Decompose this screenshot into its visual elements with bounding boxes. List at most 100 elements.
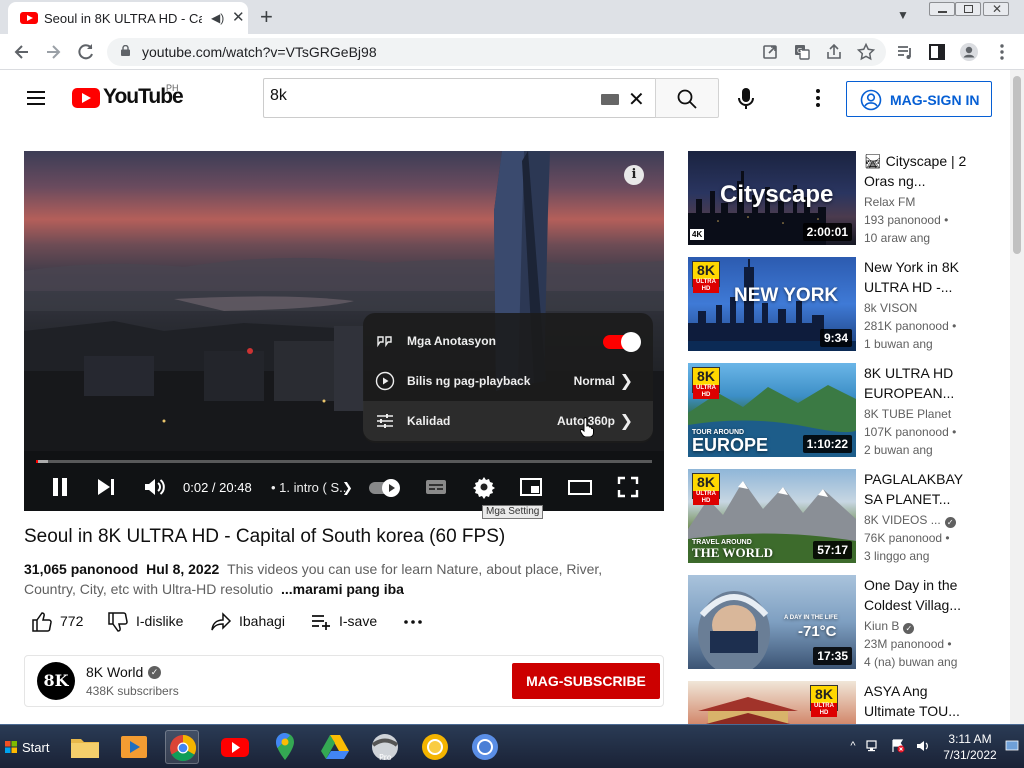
file-explorer-icon[interactable] xyxy=(68,730,102,764)
playback-speed-row[interactable]: Bilis ng pag-playback Normal ❯ xyxy=(363,361,653,401)
annotations-row[interactable]: Mga Anotasyon xyxy=(363,321,653,361)
show-desktop-icon[interactable] xyxy=(1005,739,1019,753)
profile-avatar-icon[interactable] xyxy=(959,42,979,62)
related-video-item[interactable]: Cityscape 4K 2:00:01 🛤 Cityscape | 2 Ora… xyxy=(688,151,1008,247)
related-title[interactable]: 8K ULTRA HD EUROPEAN... xyxy=(864,363,976,403)
more-actions-button[interactable] xyxy=(402,611,424,633)
fullscreen-icon[interactable] xyxy=(616,475,640,499)
media-player-icon[interactable] xyxy=(117,730,151,764)
show-more-link[interactable]: ...marami pang iba xyxy=(281,581,404,597)
youtube-logo-icon[interactable] xyxy=(72,88,100,108)
chrome-icon[interactable] xyxy=(165,730,199,764)
channel-name[interactable]: 8K World xyxy=(86,664,143,680)
url-text: youtube.com/watch?v=VTsGRGeBj98 xyxy=(142,44,377,60)
volume-tray-icon[interactable] xyxy=(916,739,930,753)
system-clock[interactable]: 3:11 AM 7/31/2022 xyxy=(941,731,999,763)
close-window-button[interactable]: ✕ xyxy=(983,2,1009,16)
action-center-flag-icon[interactable] xyxy=(891,739,905,753)
related-video-item[interactable]: 8K ULTRA HD NEW YORK 9:34 New York in 8K … xyxy=(688,257,1008,353)
autoplay-toggle[interactable] xyxy=(369,479,400,497)
chrome-canary-icon[interactable] xyxy=(418,730,452,764)
sign-in-button[interactable]: MAG-SIGN IN xyxy=(846,81,992,117)
save-button[interactable]: I-save xyxy=(310,611,384,633)
chapter-title[interactable]: • 1. intro ( S... xyxy=(271,480,350,495)
share-button[interactable]: Ibahagi xyxy=(210,611,296,633)
related-title[interactable]: ASYA Ang Ultimate TOU... xyxy=(864,681,976,721)
related-title[interactable]: One Day in the Coldest Villag... xyxy=(864,575,976,615)
restore-window-button[interactable] xyxy=(955,2,981,16)
channel-avatar[interactable]: 8K xyxy=(37,662,75,700)
subtitles-icon[interactable] xyxy=(424,475,448,499)
pro-app-icon[interactable]: Pro xyxy=(368,730,402,764)
browser-menu-icon[interactable] xyxy=(992,42,1012,62)
related-thumbnail[interactable]: 8K ULTRA HD NEW YORK 9:34 xyxy=(688,257,856,351)
media-control-icon[interactable] xyxy=(895,42,915,62)
miniplayer-icon[interactable] xyxy=(519,475,543,499)
related-video-item[interactable]: 8K ULTRA HD TOUR AROUND EUROPE 1:10:22 8K… xyxy=(688,363,1008,459)
related-title[interactable]: PAGLALAKBAY SA PLANET... xyxy=(864,469,976,509)
forward-arrow-icon[interactable] xyxy=(43,42,63,62)
related-channel[interactable]: Relax FM xyxy=(864,195,915,209)
related-channel[interactable]: 8K TUBE Planet xyxy=(864,407,951,421)
translate-icon[interactable]: G xyxy=(792,42,812,62)
progress-bar[interactable] xyxy=(36,460,652,463)
like-button[interactable]: 772 xyxy=(31,611,93,633)
google-drive-icon[interactable] xyxy=(318,730,352,764)
search-box[interactable]: ✕ xyxy=(263,78,656,118)
related-video-item[interactable]: 8K ULTRA HD TRAVEL AROUND THE WORLD 57:17… xyxy=(688,469,1008,565)
clear-search-icon[interactable]: ✕ xyxy=(628,87,645,112)
chapter-chevron-icon[interactable]: ❯ xyxy=(342,480,353,496)
keyboard-icon[interactable] xyxy=(601,94,619,105)
related-title[interactable]: New York in 8K ULTRA HD -... xyxy=(864,257,976,297)
quality-row[interactable]: Kalidad Auto 360p ❯ xyxy=(363,401,653,441)
theater-mode-icon[interactable] xyxy=(567,475,593,499)
voice-search-icon[interactable] xyxy=(736,87,756,111)
search-input[interactable] xyxy=(270,87,590,105)
bookmark-star-icon[interactable] xyxy=(856,42,876,62)
side-panel-icon[interactable] xyxy=(927,42,947,62)
new-tab-icon[interactable]: + xyxy=(260,4,273,30)
video-description[interactable]: 31,065 panonood Hul 8, 2022 This videos … xyxy=(24,559,624,599)
close-tab-icon[interactable]: ✕ xyxy=(232,8,245,26)
minimize-window-button[interactable] xyxy=(929,2,955,16)
search-button[interactable] xyxy=(655,78,719,118)
settings-gear-icon[interactable] xyxy=(472,475,496,499)
verified-check-icon: ✓ xyxy=(944,517,956,528)
tab-search-chevron-icon[interactable]: ▼ xyxy=(897,8,909,22)
share-icon[interactable] xyxy=(824,42,844,62)
pause-icon[interactable] xyxy=(50,475,70,499)
dislike-button[interactable]: I-dislike xyxy=(107,611,197,633)
back-arrow-icon[interactable] xyxy=(12,42,32,62)
next-video-icon[interactable] xyxy=(95,475,117,499)
google-maps-icon[interactable] xyxy=(268,730,302,764)
youtube-app-icon[interactable] xyxy=(218,730,252,764)
start-button[interactable]: Start xyxy=(2,733,56,761)
related-thumbnail[interactable]: 8K ULTRA HD xyxy=(688,681,856,724)
info-icon[interactable]: i xyxy=(624,165,644,185)
related-video-item[interactable]: A DAY IN THE LIFE -71°C 17:35 One Day in… xyxy=(688,575,1008,671)
page-scrollbar-thumb[interactable] xyxy=(1013,76,1021,254)
related-channel[interactable]: Kiun B ✓ xyxy=(864,619,915,634)
annotations-toggle[interactable] xyxy=(603,332,641,352)
related-thumbnail[interactable]: Cityscape 4K 2:00:01 xyxy=(688,151,856,245)
open-in-app-icon[interactable] xyxy=(760,42,780,62)
page-scrollbar[interactable] xyxy=(1010,70,1024,724)
audio-playing-icon[interactable]: ◀) xyxy=(211,11,224,25)
volume-icon[interactable] xyxy=(142,475,166,499)
more-options-icon[interactable] xyxy=(812,89,824,109)
subscribe-button[interactable]: MAG-SUBSCRIBE xyxy=(512,663,660,699)
related-channel[interactable]: 8k VISON xyxy=(864,301,917,315)
hamburger-menu-icon[interactable] xyxy=(27,91,45,105)
related-thumbnail[interactable]: 8K ULTRA HD TOUR AROUND EUROPE 1:10:22 xyxy=(688,363,856,457)
network-icon[interactable] xyxy=(866,739,880,753)
browser-tab[interactable]: Seoul in 8K ULTRA HD - Capital of South … xyxy=(8,2,248,34)
video-player[interactable]: i Mga Anotasyon Bilis ng pag-playback No… xyxy=(24,151,664,511)
reload-icon[interactable] xyxy=(76,42,96,62)
related-thumbnail[interactable]: A DAY IN THE LIFE -71°C 17:35 xyxy=(688,575,856,669)
related-title[interactable]: 🛤 Cityscape | 2 Oras ng... xyxy=(864,151,976,191)
related-thumbnail[interactable]: 8K ULTRA HD TRAVEL AROUND THE WORLD 57:17 xyxy=(688,469,856,563)
related-video-item[interactable]: 8K ULTRA HD ASYA Ang Ultimate TOU... xyxy=(688,681,1008,724)
show-hidden-icons[interactable]: ^ xyxy=(846,739,860,753)
related-channel[interactable]: 8K VIDEOS ... ✓ xyxy=(864,513,956,528)
chromium-icon[interactable] xyxy=(468,730,502,764)
